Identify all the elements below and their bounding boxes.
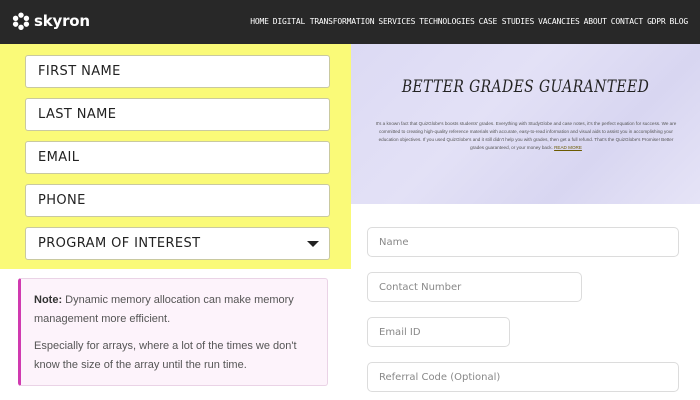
lead-form: FIRST NAME LAST NAME EMAIL PHONE PROGRAM… <box>0 44 351 269</box>
nav-gdpr[interactable]: GDPR <box>647 17 666 26</box>
note-line-2: Especially for arrays, where a lot of th… <box>34 340 297 371</box>
nav-about[interactable]: ABOUT <box>584 17 607 26</box>
contact-number-placeholder: Contact Number <box>379 281 462 293</box>
top-navbar: skyron HOME DIGITAL TRANSFORMATION SERVI… <box>0 0 700 44</box>
logo-text: skyron <box>34 12 90 30</box>
first-name-field[interactable]: FIRST NAME <box>25 55 330 88</box>
note-line-1: Note: Dynamic memory allocation can make… <box>34 291 315 329</box>
last-name-field[interactable]: LAST NAME <box>25 98 330 131</box>
email-field[interactable]: EMAIL <box>25 141 330 174</box>
nav-home[interactable]: HOME <box>250 17 269 26</box>
first-name-placeholder: FIRST NAME <box>38 64 121 79</box>
chevron-down-icon <box>307 241 319 247</box>
note-box: Note: Dynamic memory allocation can make… <box>18 278 328 386</box>
banner-title: BETTER GRADES GUARANTEED <box>401 77 650 97</box>
gear-flower-icon <box>12 12 30 30</box>
nav-case-studies[interactable]: CASE STUDIES <box>479 17 535 26</box>
left-panel: FIRST NAME LAST NAME EMAIL PHONE PROGRAM… <box>0 44 351 400</box>
name-input[interactable]: Name <box>367 227 679 257</box>
phone-field[interactable]: PHONE <box>25 184 330 217</box>
banner-body: It's a known fact that QuizGlobe's boost… <box>371 120 681 152</box>
nav-digital-transformation[interactable]: DIGITAL TRANSFORMATION <box>273 17 375 26</box>
referral-code-placeholder: Referral Code (Optional) <box>379 371 501 383</box>
email-id-placeholder: Email ID <box>379 326 421 338</box>
referral-code-input[interactable]: Referral Code (Optional) <box>367 362 679 392</box>
nav-contact[interactable]: CONTACT <box>611 17 644 26</box>
contact-number-input[interactable]: Contact Number <box>367 272 582 302</box>
email-id-input[interactable]: Email ID <box>367 317 510 347</box>
logo[interactable]: skyron <box>12 12 90 30</box>
nav-vacancies[interactable]: VACANCIES <box>538 17 580 26</box>
banner-body-text: It's a known fact that QuizGlobe's boost… <box>375 121 677 150</box>
program-selected-value: PROGRAM OF INTEREST <box>38 236 201 251</box>
name-placeholder: Name <box>379 236 409 248</box>
nav-services[interactable]: SERVICES <box>378 17 415 26</box>
note-text-1: Dynamic memory allocation can make memor… <box>34 294 294 325</box>
promo-banner: BETTER GRADES GUARANTEED It's a known fa… <box>351 44 700 204</box>
nav-technologies[interactable]: TECHNOLOGIES <box>419 17 475 26</box>
note-label: Note: <box>34 294 63 306</box>
right-panel: BETTER GRADES GUARANTEED It's a known fa… <box>351 44 700 400</box>
phone-placeholder: PHONE <box>38 193 86 208</box>
email-placeholder: EMAIL <box>38 150 80 165</box>
main-nav: HOME DIGITAL TRANSFORMATION SERVICES TEC… <box>250 17 688 26</box>
read-more-link[interactable]: READ MORE <box>554 145 582 150</box>
program-select[interactable]: PROGRAM OF INTEREST <box>25 227 330 260</box>
last-name-placeholder: LAST NAME <box>38 107 117 122</box>
nav-blog[interactable]: BLOG <box>670 17 689 26</box>
